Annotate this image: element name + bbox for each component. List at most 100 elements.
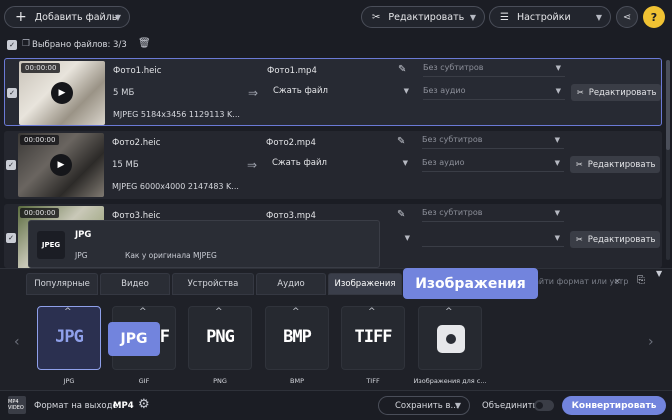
- popup-title: JPG: [75, 230, 92, 240]
- save-to-button[interactable]: Сохранить в... ▼: [378, 396, 470, 415]
- chevron-down-icon: ▼: [554, 234, 560, 242]
- row-edit-button[interactable]: ✂ Редактировать: [570, 231, 660, 248]
- collapse-icon[interactable]: ▼: [656, 269, 670, 283]
- subtitles-dropdown[interactable]: Без субтитров ▼: [422, 208, 564, 222]
- caret-up-icon: ^: [368, 307, 376, 317]
- pencil-icon[interactable]: ✎: [398, 64, 406, 75]
- popup-codec: MJPEG: [193, 251, 217, 260]
- tab-label: Устройства: [187, 279, 239, 289]
- row-edit-label: Редактировать: [587, 234, 656, 245]
- add-files-button[interactable]: + Добавить файлы ▼: [4, 6, 130, 28]
- audio-dropdown[interactable]: ▼: [422, 233, 564, 247]
- clear-search-icon[interactable]: ✕: [614, 277, 621, 286]
- subtitles-label: Без субтитров: [422, 208, 483, 217]
- chevron-down-icon: ▼: [403, 87, 409, 95]
- format-card-png[interactable]: ^ PNG: [188, 306, 252, 370]
- chevron-left-icon[interactable]: ‹: [14, 334, 20, 350]
- audio-dropdown[interactable]: Без аудио ▼: [423, 86, 565, 100]
- tab-label: Аудио: [277, 279, 305, 289]
- audio-label: Без аудио: [422, 158, 465, 167]
- scrollbar-thumb[interactable]: [666, 60, 670, 150]
- top-toolbar: + Добавить файлы ▼ ✂ Редактировать ▼ ☰ Н…: [0, 0, 672, 34]
- video-thumbnail[interactable]: 00:00:00 ▶: [18, 133, 104, 197]
- pencil-icon[interactable]: ✎: [397, 136, 405, 147]
- video-thumbnail[interactable]: 00:00:00 ▶: [19, 61, 105, 125]
- tab-devices[interactable]: Устройства: [172, 273, 254, 295]
- format-card-text: JPG: [55, 327, 84, 347]
- compress-dropdown[interactable]: Сжать файл ▼: [273, 86, 413, 100]
- convert-button[interactable]: Конвертировать: [562, 396, 666, 415]
- file-row[interactable]: ✓ 00:00:00 ▶ Фото2.heic 15 МБ MJPEG 6000…: [4, 131, 662, 199]
- compress-label: Сжать файл: [272, 158, 327, 168]
- merge-toggle[interactable]: [534, 400, 554, 411]
- output-name[interactable]: Фото1.mp4: [267, 66, 317, 76]
- plus-icon: +: [15, 9, 27, 25]
- format-card-social[interactable]: ^: [418, 306, 482, 370]
- merge-label: Объединить:: [482, 401, 541, 411]
- chevron-down-icon: ▼: [554, 209, 560, 217]
- scissors-icon: ✂: [576, 235, 583, 244]
- format-card-bmp[interactable]: ^ BMP: [265, 306, 329, 370]
- format-search-input[interactable]: Найти формат или устройство...: [528, 277, 628, 291]
- chevron-down-icon: ▼: [555, 64, 561, 72]
- row-checkbox[interactable]: ✓: [7, 88, 17, 98]
- share-button[interactable]: ⋖: [616, 6, 638, 28]
- row-checkbox[interactable]: ✓: [6, 233, 16, 243]
- caret-up-icon: ^: [445, 307, 453, 317]
- preset-export-icon[interactable]: ⎘: [637, 275, 645, 286]
- trash-icon[interactable]: 🗑: [138, 38, 151, 49]
- row-edit-button[interactable]: ✂ Редактировать: [570, 156, 660, 173]
- tab-video[interactable]: Видео: [100, 273, 170, 295]
- chevron-down-icon: ▼: [114, 13, 121, 22]
- output-format-value[interactable]: MP4: [113, 401, 134, 411]
- files-icon: ❐: [22, 39, 31, 49]
- popup-resolution: Как у оригинала: [125, 251, 191, 260]
- play-icon[interactable]: ▶: [51, 82, 73, 104]
- edit-button[interactable]: ✂ Редактировать ▼: [361, 6, 485, 28]
- format-card-jpg[interactable]: ^ JPG: [37, 306, 101, 370]
- gear-icon[interactable]: ⚙: [138, 397, 150, 412]
- select-all-checkbox[interactable]: ✓: [7, 40, 17, 50]
- format-label: TIFF: [366, 377, 380, 385]
- compress-dropdown[interactable]: ▼: [404, 233, 414, 247]
- compress-dropdown[interactable]: Сжать файл ▼: [272, 158, 412, 172]
- chevron-down-icon: ▼: [595, 13, 602, 22]
- file-name: Фото1.heic: [113, 66, 162, 76]
- file-size: 5 МБ: [113, 88, 135, 98]
- tab-popular[interactable]: Популярные: [26, 273, 98, 295]
- chevron-right-icon[interactable]: ›: [648, 334, 654, 350]
- row-checkbox[interactable]: ✓: [6, 160, 16, 170]
- chevron-down-icon: ▼: [404, 234, 410, 242]
- chevron-down-icon: ▼: [554, 136, 560, 144]
- subtitles-dropdown[interactable]: Без субтитров ▼: [422, 135, 564, 149]
- chevron-down-icon: ▼: [402, 159, 408, 167]
- chevron-down-icon: ▼: [469, 13, 476, 22]
- format-card-text: PNG: [206, 327, 235, 347]
- format-card-tiff[interactable]: ^ TIFF: [341, 306, 405, 370]
- file-size: 15 МБ: [112, 160, 139, 170]
- audio-dropdown[interactable]: Без аудио ▼: [422, 158, 564, 172]
- settings-icon: ☰: [500, 11, 509, 23]
- row-edit-button[interactable]: ✂ Редактировать: [571, 84, 661, 101]
- subtitles-label: Без субтитров: [422, 135, 483, 144]
- add-files-label: Добавить файлы: [34, 11, 120, 23]
- output-name[interactable]: Фото2.mp4: [266, 138, 316, 148]
- convert-label: Конвертировать: [571, 400, 657, 411]
- file-meta: MJPEG 5184x3456 1129113 K...: [113, 110, 240, 119]
- images-tooltip: Изображения: [403, 268, 538, 299]
- tab-images[interactable]: Изображения: [328, 273, 402, 295]
- settings-button[interactable]: ☰ Настройки ▼: [489, 6, 611, 28]
- chevron-down-icon: ▼: [554, 159, 560, 167]
- tab-label: Популярные: [34, 279, 90, 289]
- edit-label: Редактировать: [388, 11, 465, 23]
- file-list-scrollbar[interactable]: [666, 60, 670, 260]
- subtitles-dropdown[interactable]: Без субтитров ▼: [423, 63, 565, 77]
- file-row[interactable]: ✓ 00:00:00 ▶ Фото1.heic 5 МБ MJPEG 5184x…: [4, 58, 662, 126]
- compress-label: Сжать файл: [273, 86, 328, 96]
- tab-audio[interactable]: Аудио: [256, 273, 326, 295]
- help-button[interactable]: ?: [643, 6, 665, 28]
- convert-arrow-icon: ⇒: [248, 86, 259, 100]
- pencil-icon[interactable]: ✎: [397, 209, 405, 220]
- play-icon[interactable]: ▶: [50, 154, 72, 176]
- caret-up-icon: ^: [215, 307, 223, 317]
